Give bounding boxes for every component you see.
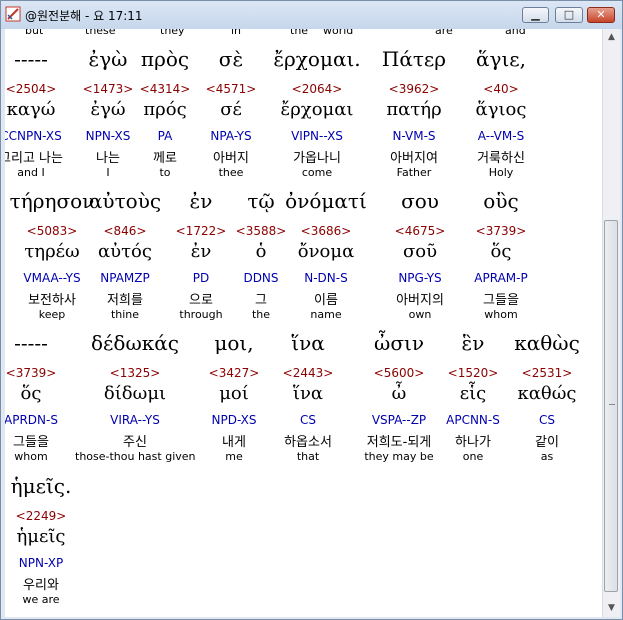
partial-gloss: in bbox=[231, 29, 242, 37]
greek-word: ἅγιε, bbox=[475, 47, 527, 71]
maximize-icon: □ bbox=[563, 8, 575, 21]
scroll-up-arrow-icon[interactable]: ▲ bbox=[603, 29, 620, 46]
greek-word: ἡμεῖς. bbox=[10, 474, 72, 498]
parse-code: NPN-XP bbox=[18, 556, 64, 570]
interlinear-content[interactable]: but these they in the world are and ----- <2504> κ… bbox=[5, 29, 602, 617]
scrollbar-thumb[interactable] bbox=[604, 220, 618, 592]
maximize-button[interactable]: □ bbox=[555, 7, 583, 23]
greek-word: καθὼς bbox=[514, 331, 580, 355]
lemma: καθώς bbox=[517, 383, 577, 404]
partial-gloss: these bbox=[85, 29, 116, 37]
partial-gloss: the bbox=[290, 29, 309, 37]
parse-code: APRAM-P bbox=[474, 271, 528, 285]
lemma: ἅγιος bbox=[475, 99, 527, 120]
parse-code: A--VM-S bbox=[477, 129, 525, 143]
english-gloss: we are bbox=[22, 593, 60, 606]
minimize-button[interactable]: ▁ bbox=[522, 7, 549, 23]
app-icon bbox=[5, 6, 21, 22]
strong-number[interactable]: <2249> bbox=[5, 509, 101, 523]
scroll-down-arrow-icon[interactable]: ▼ bbox=[603, 600, 620, 617]
korean-gloss: 거룩하신 bbox=[477, 151, 525, 166]
parse-code: CS bbox=[539, 413, 555, 427]
app-window: @원전분해 - 요 17:11 ▁ □ ✕ but these they in the w… bbox=[0, 0, 623, 620]
strong-number[interactable]: <40> bbox=[441, 82, 561, 96]
strong-number[interactable]: <3739> bbox=[441, 224, 561, 238]
minimize-icon: ▁ bbox=[531, 8, 540, 21]
korean-gloss: 우리와 bbox=[23, 578, 59, 593]
close-icon: ✕ bbox=[596, 8, 606, 21]
lemma: ἡμεῖς bbox=[16, 526, 66, 547]
vertical-scrollbar[interactable]: ▲ ▼ bbox=[602, 29, 620, 617]
english-gloss: Holy bbox=[488, 166, 514, 179]
english-gloss: whom bbox=[484, 308, 518, 321]
lemma: ὅς bbox=[490, 241, 512, 262]
partial-gloss: they bbox=[160, 29, 185, 37]
korean-gloss: 그들을 bbox=[483, 293, 519, 308]
partial-gloss: and bbox=[505, 29, 526, 37]
greek-word: οὓς bbox=[483, 189, 519, 213]
grip-icon bbox=[609, 404, 615, 405]
partial-gloss: world bbox=[323, 29, 354, 37]
window-title: @원전분해 - 요 17:11 bbox=[25, 9, 143, 23]
close-button[interactable]: ✕ bbox=[587, 7, 615, 23]
strong-number[interactable]: <2531> bbox=[487, 366, 602, 380]
partial-gloss: are bbox=[435, 29, 453, 37]
korean-gloss: 같이 bbox=[535, 435, 559, 450]
english-gloss: as bbox=[540, 450, 554, 463]
partial-gloss: but bbox=[25, 29, 44, 37]
title-bar[interactable]: @원전분해 - 요 17:11 ▁ □ ✕ bbox=[1, 1, 622, 29]
